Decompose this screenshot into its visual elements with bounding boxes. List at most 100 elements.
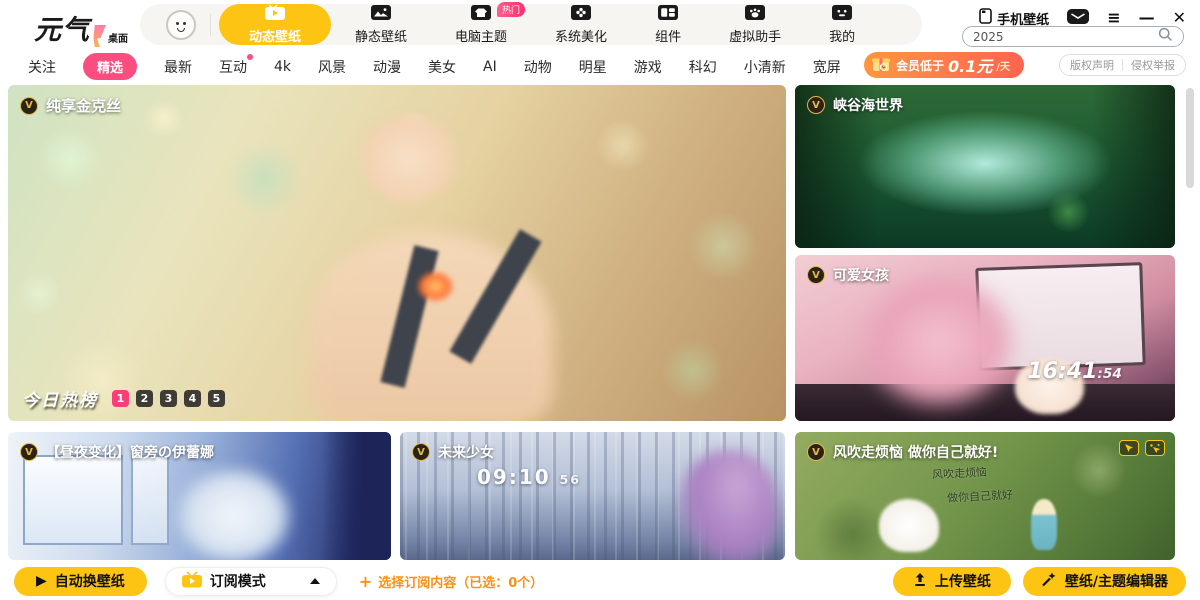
category-featured[interactable]: 精选 <box>83 53 137 80</box>
subscribe-mode-dropdown[interactable]: 订阅模式 <box>165 567 337 596</box>
select-subscribe-content-button[interactable]: + 选择订阅内容（已选：0个） <box>359 572 543 591</box>
wallpaper-title: 纯享金克丝 <box>46 95 121 116</box>
report-link[interactable]: 侵权举报 <box>1131 57 1175 73</box>
nav-item-widgets[interactable]: 组件 <box>631 4 705 45</box>
clock-overlay: 09:10 56 <box>477 465 581 489</box>
upload-wallpaper-button[interactable]: 上传壁纸 <box>893 567 1011 596</box>
hot-list-label: 今日热榜 <box>22 386 98 411</box>
search-box[interactable] <box>962 26 1184 47</box>
card-title: V 未来少女 <box>412 442 494 462</box>
gift-icon <box>870 53 892 77</box>
vip-v-badge-icon: V <box>20 97 38 115</box>
mail-icon[interactable] <box>1067 9 1089 28</box>
card-title: V 风吹走烦恼 做你自己就好! <box>807 442 998 462</box>
footer-bar: ▶ 自动换壁纸 订阅模式 + 选择订阅内容（已选：0个） 上传壁纸 壁纸/主题编… <box>0 562 1200 600</box>
card-title: V 【昼夜变化】窗旁の伊蕾娜 <box>20 442 214 462</box>
nav-divider <box>210 14 211 36</box>
phone-icon <box>979 8 992 28</box>
nav-item-virtual-assistant[interactable]: 虚拟助手 <box>705 4 805 45</box>
nav-item-pc-theme[interactable]: 热门 电脑主题 <box>431 4 531 45</box>
auto-change-wallpaper-button[interactable]: ▶ 自动换壁纸 <box>14 567 147 596</box>
shirt-icon <box>471 5 491 24</box>
card-feature-badges <box>1119 440 1165 456</box>
notification-dot <box>247 54 253 60</box>
vip-promo-banner[interactable]: 会员低于 0.1元 /天 <box>864 52 1024 78</box>
wallpaper-card-future-girl[interactable]: 09:10 56 V 未来少女 <box>400 432 785 560</box>
nav-item-static-wallpaper[interactable]: 静态壁纸 <box>331 4 431 45</box>
nav-item-label: 我的 <box>829 26 855 45</box>
rank-2-button[interactable]: 2 <box>136 390 153 407</box>
wallpaper-card-wind-worry[interactable]: 风吹走烦恼 做你自己就好 V 风吹走烦恼 做你自己就好! <box>795 432 1175 560</box>
category-follow[interactable]: 关注 <box>28 57 56 77</box>
category-animal[interactable]: 动物 <box>524 57 552 77</box>
select-content-label: 选择订阅内容（已选：0个） <box>378 572 543 591</box>
nav-item-mine[interactable]: 我的 <box>805 4 879 45</box>
featured-wallpaper-card[interactable]: V 纯享金克丝 今日热榜 1 2 3 4 5 <box>8 85 786 421</box>
rank-1-button[interactable]: 1 <box>112 390 129 407</box>
nav-item-dynamic-wallpaper[interactable]: 动态壁纸 <box>219 4 331 45</box>
category-beauty[interactable]: 美女 <box>428 57 456 77</box>
phone-wallpaper-button[interactable]: 手机壁纸 <box>979 8 1049 28</box>
vip-price: 0.1元 <box>948 53 992 77</box>
copyright-link[interactable]: 版权声明 <box>1070 57 1114 73</box>
wallpaper-title: 未来少女 <box>438 442 494 462</box>
nav-item-label: 系统美化 <box>555 26 607 45</box>
vip-v-badge-icon: V <box>807 96 825 114</box>
widgets-icon <box>658 5 678 24</box>
clock-overlay: 16:41:54 <box>1027 359 1121 384</box>
subscribe-mode-label: 订阅模式 <box>210 571 266 591</box>
app-logo[interactable]: 元气 桌面 <box>34 8 128 47</box>
paw-icon <box>745 5 765 24</box>
search-input[interactable] <box>973 30 1158 44</box>
interactive-cursor-icon-2 <box>1145 440 1165 456</box>
logo-exclamation-icon <box>92 25 106 47</box>
category-newest[interactable]: 最新 <box>164 57 192 77</box>
menu-icon[interactable]: ≡ <box>1107 10 1120 26</box>
category-star[interactable]: 明星 <box>579 57 607 77</box>
wallpaper-title: 【昼夜变化】窗旁の伊蕾娜 <box>46 442 214 462</box>
title-bar: 元气 桌面 动态壁纸 静态壁纸 热门 电脑主题 <box>0 0 1200 48</box>
category-scifi[interactable]: 科幻 <box>689 57 717 77</box>
rank-3-button[interactable]: 3 <box>160 390 177 407</box>
wallpaper-card-cute-girl[interactable]: 16:41:54 V 可爱女孩 <box>795 255 1175 421</box>
nav-item-system-beautify[interactable]: 系统美化 <box>531 4 631 45</box>
wallpaper-title: 风吹走烦恼 做你自己就好! <box>833 442 998 462</box>
phone-wallpaper-label: 手机壁纸 <box>997 9 1049 28</box>
vip-v-badge-icon: V <box>20 443 38 461</box>
category-fresh[interactable]: 小清新 <box>744 57 786 77</box>
hot-rank-pager: 1 2 3 4 5 <box>112 390 225 407</box>
wallpaper-card-elaina[interactable]: V 【昼夜变化】窗旁の伊蕾娜 <box>8 432 391 560</box>
minimize-icon[interactable]: — <box>1139 10 1155 26</box>
card-title: V 可爱女孩 <box>807 265 889 285</box>
category-game[interactable]: 游戏 <box>634 57 662 77</box>
auto-change-label: 自动换壁纸 <box>55 571 125 591</box>
legal-links: 版权声明 侵权举报 <box>1059 54 1186 76</box>
rank-5-button[interactable]: 5 <box>208 390 225 407</box>
nav-item-label: 虚拟助手 <box>729 26 781 45</box>
heart-glow <box>416 270 455 304</box>
wallpaper-theme-editor-button[interactable]: 壁纸/主题编辑器 <box>1023 567 1186 596</box>
user-avatar[interactable] <box>166 10 196 40</box>
wallpaper-title: 峡谷海世界 <box>833 95 903 115</box>
wallpaper-card-canyon-sea[interactable]: V 峡谷海世界 <box>795 85 1175 248</box>
main-nav: 动态壁纸 静态壁纸 热门 电脑主题 系统美化 组件 <box>140 4 922 45</box>
face-icon <box>832 5 852 24</box>
footer-actions: 上传壁纸 壁纸/主题编辑器 <box>893 567 1186 596</box>
category-ai[interactable]: AI <box>483 59 497 75</box>
category-items: 关注 精选 最新 互动 4k 风景 动漫 美女 AI 动物 明星 游戏 科幻 小… <box>28 53 896 80</box>
category-widescreen[interactable]: 宽屏 <box>813 57 841 77</box>
scrollbar-track[interactable] <box>1186 85 1194 560</box>
category-interactive[interactable]: 互动 <box>219 57 247 77</box>
category-anime[interactable]: 动漫 <box>373 57 401 77</box>
hot-badge: 热门 <box>497 2 525 17</box>
category-4k[interactable]: 4k <box>274 59 291 75</box>
logo-subtext: 桌面 <box>108 30 128 45</box>
category-scenery[interactable]: 风景 <box>318 57 346 77</box>
card-title: V 峡谷海世界 <box>807 95 903 115</box>
scrollbar-thumb[interactable] <box>1186 88 1194 188</box>
search-icon[interactable] <box>1158 27 1173 46</box>
close-icon[interactable]: ✕ <box>1173 10 1186 26</box>
photo-icon <box>371 5 391 24</box>
vip-text: 会员低于 <box>896 57 944 74</box>
rank-4-button[interactable]: 4 <box>184 390 201 407</box>
